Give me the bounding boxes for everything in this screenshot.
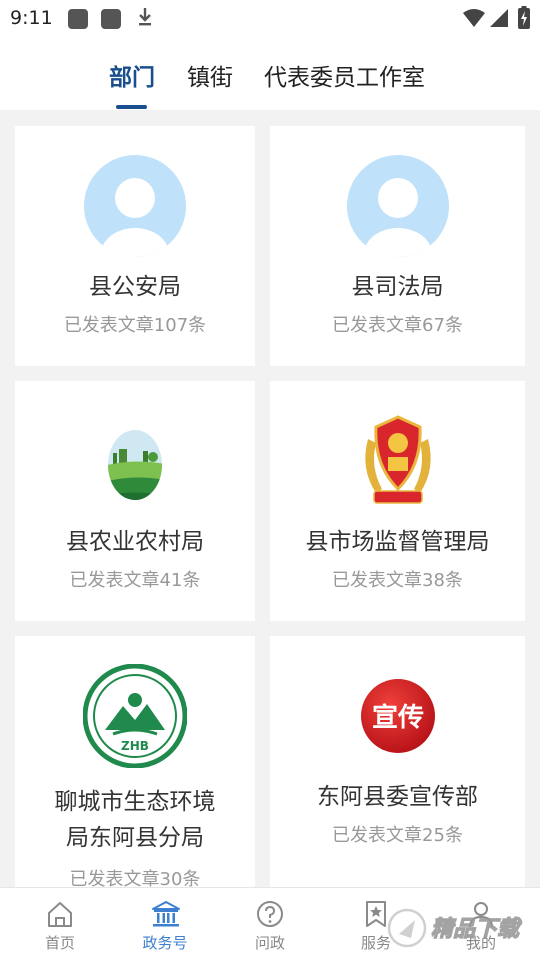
department-card[interactable]: 县市场监督管理局 已发表文章38条: [270, 381, 525, 621]
notification-app-icon: [101, 9, 121, 29]
department-card[interactable]: 宣传 东阿县委宣传部 已发表文章25条: [270, 636, 525, 888]
department-name-line1: 聊城市生态环境: [54, 789, 216, 815]
nav-inquiry[interactable]: 问政: [216, 888, 324, 960]
department-card[interactable]: ZHB 聊城市生态环境 局东阿县分局 已发表文章30条: [15, 636, 255, 890]
article-count: 已发表文章25条: [332, 825, 463, 846]
department-card[interactable]: 县司法局 已发表文章67条: [270, 126, 525, 366]
question-icon: [257, 901, 283, 927]
watermark-text: 精品下载: [431, 917, 522, 942]
battery-charging-icon: [518, 6, 530, 29]
status-bar: 9:11: [0, 0, 540, 38]
article-count: 已发表文章107条: [63, 315, 207, 336]
department-name: 东阿县委宣传部: [317, 784, 478, 810]
department-name: 县市场监督管理局: [305, 529, 490, 555]
seal-logo-text: 宣传: [371, 702, 423, 733]
nav-government-label: 政务号: [142, 934, 188, 952]
propaganda-seal-logo: 宣传: [360, 679, 435, 753]
department-name: 县公安局: [89, 274, 181, 300]
status-time: 9:11: [10, 7, 53, 29]
tab-department[interactable]: 部门: [109, 58, 155, 92]
department-card[interactable]: 县农业农村局 已发表文章41条: [15, 381, 255, 621]
nav-home[interactable]: 首页: [6, 888, 114, 960]
nav-inquiry-label: 问政: [254, 934, 285, 952]
department-name-line2: 局东阿县分局: [66, 825, 204, 851]
department-card[interactable]: 县公安局 已发表文章107条: [15, 126, 255, 366]
wifi-icon: [463, 9, 485, 27]
tab-representative-studio[interactable]: 代表委员工作室: [264, 58, 425, 92]
home-icon: [48, 902, 72, 927]
nav-home-label: 首页: [44, 934, 75, 952]
cellular-signal-icon: [490, 9, 508, 27]
zhb-logo-text: ZHB: [121, 739, 149, 753]
download-icon: [139, 8, 151, 26]
tab-towns-streets[interactable]: 镇街: [187, 58, 233, 92]
default-avatar-icon: [84, 155, 186, 257]
article-count: 已发表文章67条: [332, 315, 463, 336]
active-tab-indicator: [116, 105, 147, 109]
market-supervision-emblem: [364, 415, 431, 504]
farm-landscape-logo: [108, 430, 162, 500]
default-avatar-icon: [346, 155, 449, 257]
department-name: 县司法局: [351, 274, 444, 300]
article-count: 已发表文章38条: [332, 570, 463, 591]
watermark-logo: 精品下载: [387, 908, 523, 948]
notification-app-icon: [68, 9, 88, 29]
article-count: 已发表文章41条: [69, 570, 201, 591]
zhb-environment-logo: ZHB: [83, 664, 187, 768]
department-name: 县农业农村局: [66, 529, 204, 555]
category-tab-bar: 部门 镇街 代表委员工作室: [0, 38, 540, 110]
government-building-icon: [152, 901, 180, 927]
nav-government-accounts[interactable]: 政务号: [111, 888, 219, 960]
